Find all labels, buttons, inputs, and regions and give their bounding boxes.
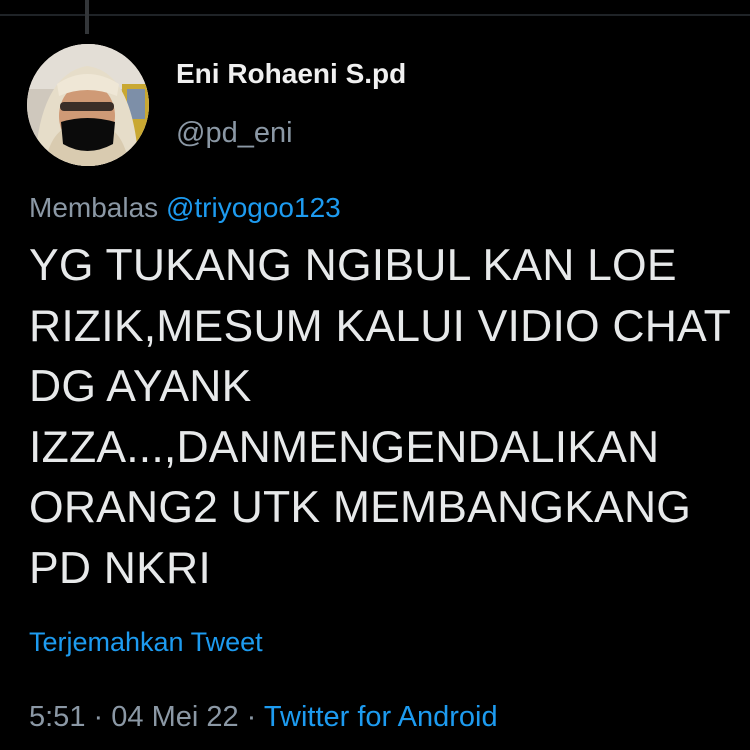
tweet-time[interactable]: 5:51 — [29, 701, 85, 733]
tweet-date[interactable]: 04 Mei 22 — [111, 701, 238, 733]
tweet-text-line: DG AYANK — [29, 362, 252, 411]
tweet-text-line: RIZIK,MESUM KALUI VIDIO CHAT — [29, 301, 732, 351]
reply-mention-link[interactable]: @triyogoo123 — [166, 192, 341, 223]
thread-connector-line — [85, 0, 89, 34]
tweet-text-line: IZZA...,DANMENGENDALIKAN — [29, 422, 660, 472]
tweet-text-line: YG TUKANG NGIBUL KAN LOE — [29, 241, 677, 290]
tweet-metadata: 5:51 · 04 Mei 22 · Twitter for Android — [29, 701, 498, 734]
reply-context: Membalas @triyogoo123 — [29, 192, 341, 224]
tweet-source-link[interactable]: Twitter for Android — [264, 701, 498, 733]
tweet-text-line: PD NKRI — [29, 543, 211, 593]
top-divider — [0, 14, 750, 16]
tweet-text: YG TUKANG NGIBUL KAN LOE RIZIK,MESUM KAL… — [29, 236, 750, 599]
display-name[interactable]: Eni Rohaeni S.pd — [176, 58, 406, 90]
translate-tweet-link[interactable]: Terjemahkan Tweet — [29, 627, 263, 658]
meta-separator: · — [93, 701, 104, 733]
reply-prefix: Membalas — [29, 192, 159, 223]
avatar-photo-icon — [27, 44, 149, 166]
tweet-text-line: ORANG2 UTK MEMBANGKANG — [29, 483, 692, 532]
avatar[interactable] — [27, 44, 149, 166]
user-handle[interactable]: @pd_eni — [176, 117, 293, 150]
meta-separator: · — [246, 701, 257, 733]
